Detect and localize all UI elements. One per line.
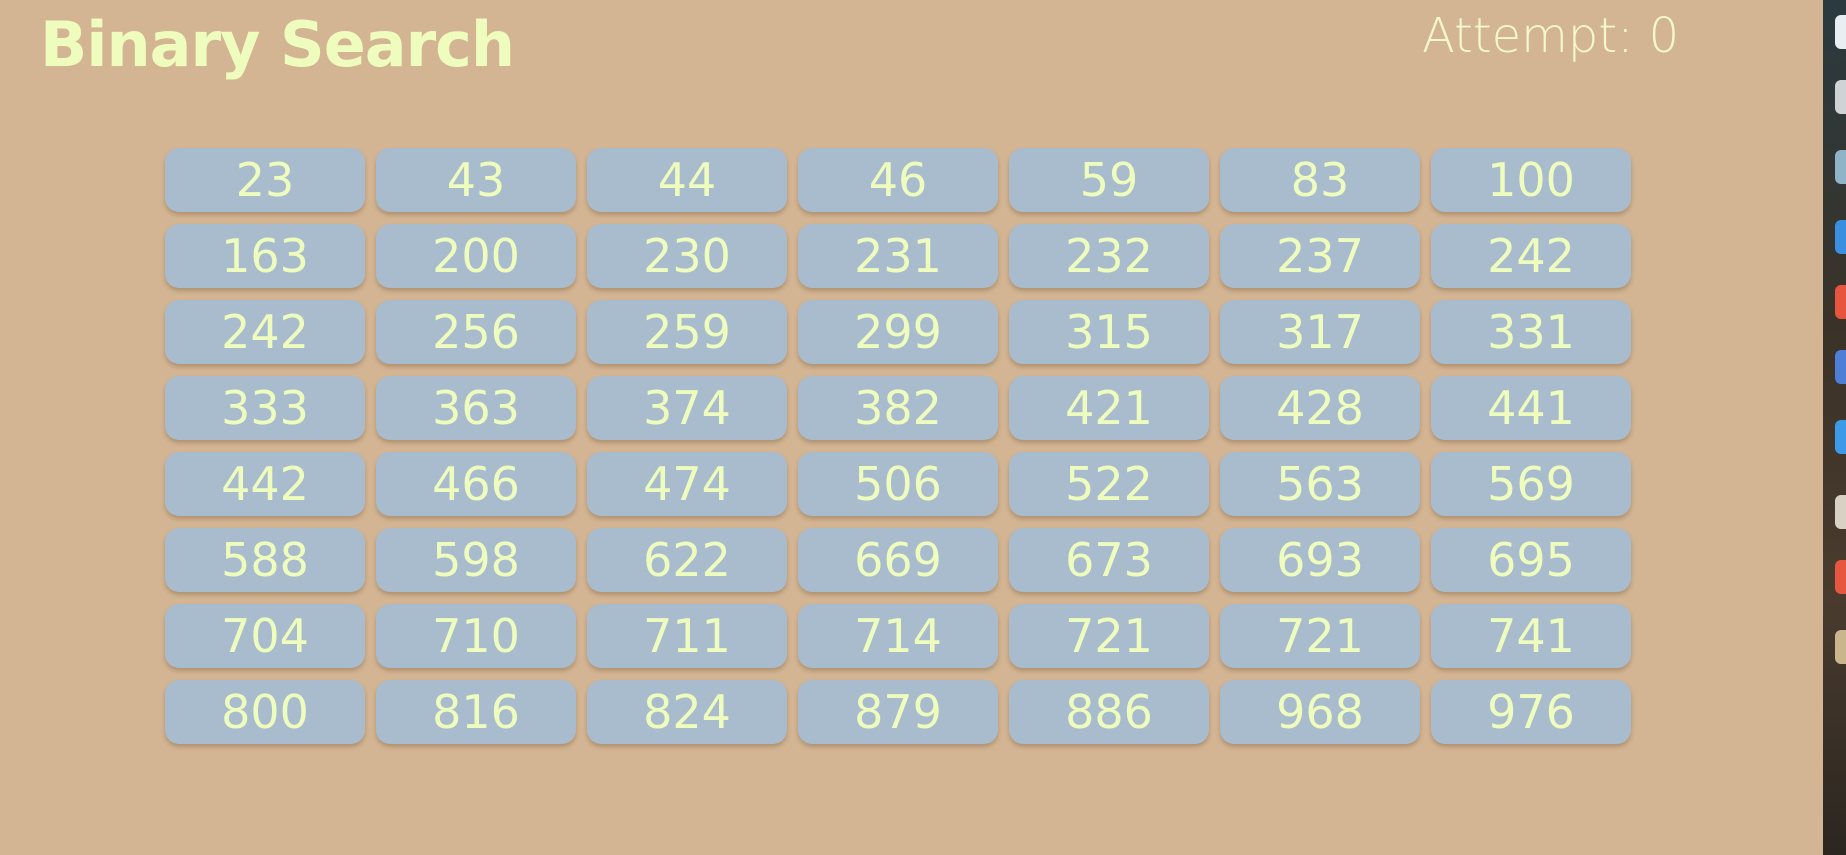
number-tile[interactable]: 231 [798, 224, 998, 288]
app-icon[interactable] [1835, 285, 1846, 319]
number-tile[interactable]: 824 [587, 680, 787, 744]
number-tile[interactable]: 242 [165, 300, 365, 364]
number-tile[interactable]: 382 [798, 376, 998, 440]
app-icon[interactable] [1835, 150, 1846, 184]
number-tile[interactable]: 441 [1431, 376, 1631, 440]
number-tile[interactable]: 374 [587, 376, 787, 440]
number-tile[interactable]: 100 [1431, 148, 1631, 212]
number-tile[interactable]: 256 [376, 300, 576, 364]
app-icon[interactable] [1835, 560, 1846, 594]
number-tile[interactable]: 232 [1009, 224, 1209, 288]
number-tile[interactable]: 317 [1220, 300, 1420, 364]
number-tile[interactable]: 442 [165, 452, 365, 516]
number-tile[interactable]: 44 [587, 148, 787, 212]
number-tile[interactable]: 695 [1431, 528, 1631, 592]
number-tile[interactable]: 43 [376, 148, 576, 212]
number-tile[interactable]: 710 [376, 604, 576, 668]
page-title: Binary Search [40, 8, 515, 81]
number-tile[interactable]: 741 [1431, 604, 1631, 668]
number-tile[interactable]: 237 [1220, 224, 1420, 288]
number-tile[interactable]: 59 [1009, 148, 1209, 212]
number-tile[interactable]: 721 [1220, 604, 1420, 668]
number-grid: 23 43 44 46 59 83 100 163 200 230 231 232 237 242 242 2… [165, 148, 1631, 744]
number-tile[interactable]: 333 [165, 376, 365, 440]
number-tile[interactable]: 299 [798, 300, 998, 364]
number-tile[interactable]: 163 [165, 224, 365, 288]
number-tile[interactable]: 588 [165, 528, 365, 592]
number-tile[interactable]: 673 [1009, 528, 1209, 592]
number-tile[interactable]: 976 [1431, 680, 1631, 744]
app-icon[interactable] [1835, 220, 1846, 254]
number-tile[interactable]: 428 [1220, 376, 1420, 440]
number-tile[interactable]: 242 [1431, 224, 1631, 288]
number-tile[interactable]: 259 [587, 300, 787, 364]
number-tile[interactable]: 83 [1220, 148, 1420, 212]
number-tile[interactable]: 200 [376, 224, 576, 288]
number-tile[interactable]: 622 [587, 528, 787, 592]
number-tile[interactable]: 968 [1220, 680, 1420, 744]
number-tile[interactable]: 563 [1220, 452, 1420, 516]
number-tile[interactable]: 315 [1009, 300, 1209, 364]
number-tile[interactable]: 598 [376, 528, 576, 592]
number-tile[interactable]: 363 [376, 376, 576, 440]
number-tile[interactable]: 711 [587, 604, 787, 668]
number-tile[interactable]: 230 [587, 224, 787, 288]
app-icon[interactable] [1835, 420, 1846, 454]
number-tile[interactable]: 474 [587, 452, 787, 516]
number-tile[interactable]: 23 [165, 148, 365, 212]
app-icon[interactable] [1835, 350, 1846, 384]
number-tile[interactable]: 569 [1431, 452, 1631, 516]
number-tile[interactable]: 506 [798, 452, 998, 516]
number-tile[interactable]: 46 [798, 148, 998, 212]
number-tile[interactable]: 704 [165, 604, 365, 668]
app-icon[interactable] [1835, 80, 1846, 114]
number-tile[interactable]: 669 [798, 528, 998, 592]
side-dock-strip [1823, 0, 1846, 855]
number-tile[interactable]: 886 [1009, 680, 1209, 744]
attempt-counter: Attempt: 0 [1422, 8, 1680, 64]
number-tile[interactable]: 800 [165, 680, 365, 744]
number-tile[interactable]: 421 [1009, 376, 1209, 440]
number-tile[interactable]: 466 [376, 452, 576, 516]
number-tile[interactable]: 816 [376, 680, 576, 744]
number-tile[interactable]: 331 [1431, 300, 1631, 364]
app-icon[interactable] [1835, 15, 1846, 49]
number-tile[interactable]: 693 [1220, 528, 1420, 592]
number-tile[interactable]: 714 [798, 604, 998, 668]
app-icon[interactable] [1835, 630, 1846, 664]
number-tile[interactable]: 879 [798, 680, 998, 744]
number-tile[interactable]: 522 [1009, 452, 1209, 516]
app-icon[interactable] [1835, 495, 1846, 529]
number-tile[interactable]: 721 [1009, 604, 1209, 668]
